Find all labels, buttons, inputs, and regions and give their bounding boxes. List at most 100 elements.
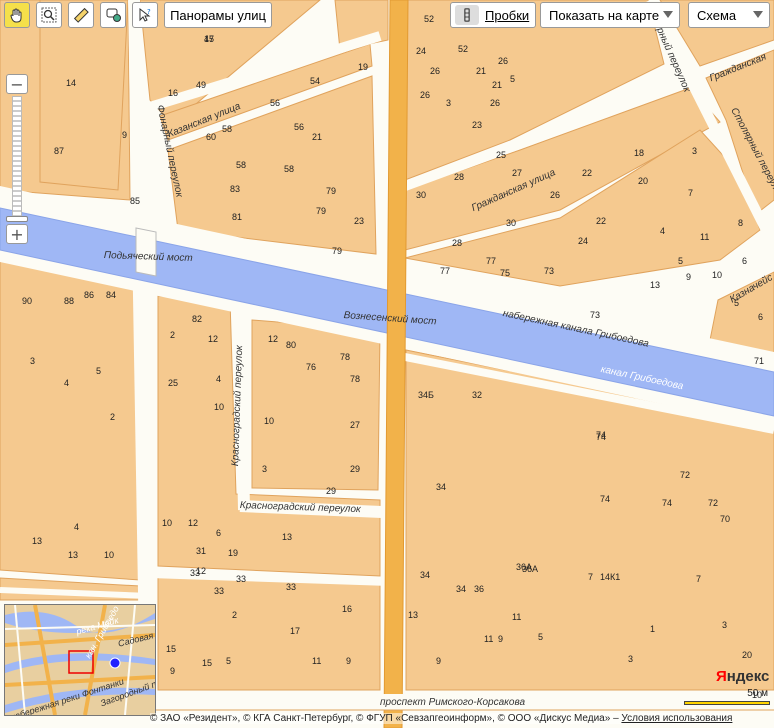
house-number: 34: [436, 482, 447, 492]
house-number: 5: [226, 656, 232, 666]
house-number: 74: [662, 498, 673, 508]
traffic-button[interactable]: Пробки: [450, 2, 536, 28]
house-number: 77: [486, 256, 497, 266]
house-number: 30: [416, 190, 427, 200]
house-number: 10: [712, 270, 723, 280]
house-number: 19: [228, 548, 239, 558]
house-number: 71: [754, 356, 765, 366]
house-number: 34Б: [418, 390, 434, 400]
house-number: 9: [436, 656, 442, 666]
house-number: 6: [216, 528, 222, 538]
house-number: 58: [222, 124, 233, 134]
house-number: 18: [634, 148, 645, 158]
house-number: 81: [232, 212, 243, 222]
house-number: 32: [472, 390, 483, 400]
house-number: 12: [208, 334, 219, 344]
house-number: 36А: [522, 564, 539, 574]
house-number: 72: [680, 470, 691, 480]
house-number: 19: [358, 62, 369, 72]
house-number: 74: [600, 494, 611, 504]
logo-rest: ндекс: [726, 668, 770, 685]
zoom-slider-thumb[interactable]: [6, 216, 28, 222]
map-type-label: Схема: [697, 7, 737, 23]
svg-text:?: ?: [147, 8, 151, 16]
map-type-dropdown[interactable]: Схема: [688, 2, 770, 28]
house-number: 1: [650, 624, 656, 634]
house-number: 16: [168, 88, 179, 98]
plus-icon: +: [10, 224, 24, 244]
zoom-in-button[interactable]: +: [6, 224, 28, 244]
house-number: 72: [708, 498, 719, 508]
house-number: 5: [96, 366, 102, 376]
hand-tool-button[interactable]: [4, 2, 30, 28]
house-number: 10: [104, 550, 115, 560]
house-number: 24: [578, 236, 589, 246]
house-number: 3: [692, 146, 698, 156]
copyright-notice: © ЗАО «Резидент», © КГА Санкт-Петербург,…: [150, 713, 733, 724]
scale-bar: 50 м: [684, 688, 770, 708]
house-number: 84: [106, 290, 117, 300]
map-viewport[interactable]: Казанская улица Фонарный переулок Подьяч…: [0, 0, 774, 728]
house-number: 11: [512, 612, 522, 622]
logo-letter-y: Я: [716, 668, 727, 685]
house-number: 73: [590, 310, 601, 320]
house-number: 87: [54, 146, 65, 156]
house-number: 12: [188, 518, 199, 528]
chevron-down-icon: [663, 11, 673, 18]
show-on-map-dropdown[interactable]: Показать на карте: [540, 2, 680, 28]
house-number: 5: [538, 632, 544, 642]
house-number: 3: [262, 464, 268, 474]
house-number: 5: [734, 298, 740, 308]
zoom-selection-tool-button[interactable]: [36, 2, 62, 28]
house-number: 7: [696, 574, 702, 584]
overview-minimap[interactable]: река Мойк Садовая у кан. Грибоедо набере…: [4, 604, 156, 716]
house-number: 10: [162, 518, 173, 528]
house-number: 13: [650, 280, 661, 290]
house-number: 31: [196, 546, 207, 556]
house-number: 83: [230, 184, 241, 194]
house-number: 9: [346, 656, 352, 666]
house-number: 21: [476, 66, 487, 76]
house-number: 21: [312, 132, 323, 142]
house-number: 33: [214, 586, 225, 596]
house-number: 4: [216, 374, 222, 384]
house-number: 10: [264, 416, 275, 426]
ruler-tool-button[interactable]: [68, 2, 94, 28]
house-number: 54: [310, 76, 321, 86]
house-number: 26: [550, 190, 561, 200]
house-number: 11: [700, 232, 710, 242]
house-number: 3: [722, 620, 728, 630]
street-panoramas-button[interactable]: Панорамы улиц: [164, 2, 272, 28]
house-number: 70: [720, 514, 731, 524]
house-number: 9: [170, 666, 176, 676]
house-number: 4: [64, 378, 70, 388]
cursor-question-icon: ?: [139, 7, 151, 22]
house-number: 77: [440, 266, 451, 276]
house-number: 29: [350, 464, 361, 474]
house-number: 26: [430, 66, 441, 76]
house-number: 34: [420, 570, 431, 580]
house-number: 73: [544, 266, 555, 276]
house-number: 60: [206, 132, 217, 142]
house-number: 78: [340, 352, 351, 362]
house-number: 56: [294, 122, 305, 132]
scale-label: 50 м: [747, 688, 768, 699]
house-number: 79: [326, 186, 337, 196]
house-number: 17: [290, 626, 301, 636]
what-here-tool-button[interactable]: ?: [132, 2, 158, 28]
add-mark-tool-button[interactable]: [100, 2, 126, 28]
house-number: 25: [496, 150, 507, 160]
zoom-out-button[interactable]: −: [6, 74, 28, 94]
house-number: 9: [686, 272, 692, 282]
house-number: 4: [660, 226, 666, 236]
house-number: 85: [130, 196, 141, 206]
house-number: 11: [312, 656, 322, 666]
house-number: 6: [742, 256, 748, 266]
ruler-icon: [73, 7, 89, 23]
zoom-slider-track[interactable]: [12, 96, 22, 222]
terms-of-use-link[interactable]: Условия использования: [621, 713, 732, 724]
house-number: 27: [350, 420, 361, 430]
copyright-text: © ЗАО «Резидент», © КГА Санкт-Петербург,…: [150, 713, 619, 724]
house-number: 28: [454, 172, 465, 182]
house-number: 34: [456, 584, 467, 594]
